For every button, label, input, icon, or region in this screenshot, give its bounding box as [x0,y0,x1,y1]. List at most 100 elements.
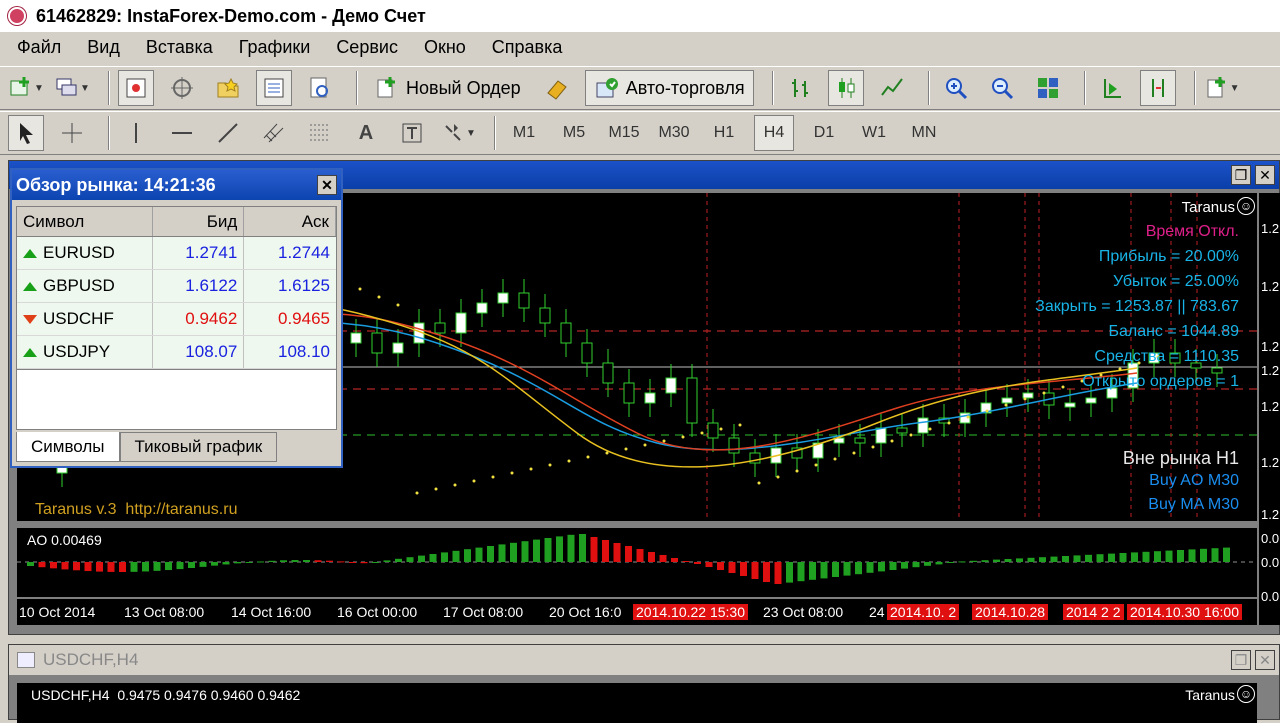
usdchf-chart[interactable]: USDCHF,H4 0.9475 0.9476 0.9460 0.9462 Ta… [17,683,1257,723]
ao-bar [257,561,264,563]
ao-bar [774,562,782,584]
timeframe-m30[interactable]: M30 [654,115,694,151]
market-watch-close-icon[interactable]: ✕ [317,175,337,195]
bid-value: 0.9462 [153,303,245,335]
indicators-icon[interactable]: ▼ [1204,70,1240,106]
table-row[interactable]: USDJPY 108.07 108.10 [17,336,336,369]
column-symbol[interactable]: Символ [17,207,153,236]
ao-indicator[interactable]: AO 0.00469 [17,527,1257,597]
chart-shift-icon[interactable] [1139,70,1176,106]
timeframe-mn[interactable]: MN [904,115,944,151]
auto-scroll-icon[interactable] [1094,70,1130,106]
equidistant-channel-icon[interactable] [256,115,292,151]
vertical-line-icon[interactable] [118,115,154,151]
close-button[interactable]: ✕ [1255,650,1275,670]
zoom-in-icon[interactable] [938,70,974,106]
account-info-line: Убыток = 25.00% [1112,273,1239,290]
ao-bar [889,562,897,570]
bar-chart-icon[interactable] [782,70,818,106]
sar-dot [681,435,685,439]
menu-view[interactable]: Вид [74,37,133,58]
table-row[interactable]: GBPUSD 1.6122 1.6125 [17,270,336,303]
trendline-icon[interactable] [210,115,246,151]
terminal-icon[interactable] [256,70,292,106]
ao-bar [648,552,655,562]
candlestick-icon[interactable] [827,70,864,106]
tab-tick-chart[interactable]: Тиковый график [119,432,278,462]
ao-bar [50,562,57,569]
candle-body [1022,392,1034,399]
sar-dot [1061,385,1065,389]
separator [494,116,496,150]
ao-bar [705,562,713,567]
ao-bar [268,560,276,562]
horizontal-line-icon[interactable] [164,115,200,151]
timeframe-h1[interactable]: H1 [704,115,744,151]
ao-bar [1039,557,1046,562]
ao-bar [659,555,667,562]
navigator-icon[interactable] [210,70,246,106]
timeframe-h4[interactable]: H4 [754,115,794,151]
menu-file[interactable]: Файл [4,37,74,58]
ao-bar [1073,555,1081,562]
ao-canvas [17,534,1257,584]
metaeditor-icon[interactable] [539,70,575,106]
date-tick-label: 2014.10.22 15:30 [633,604,748,620]
usdchf-titlebar[interactable]: USDCHF,H4 ❐ ✕ [9,645,1279,675]
ao-bar [1016,558,1023,562]
line-chart-icon[interactable] [874,70,910,106]
profiles-icon[interactable]: ▼ [54,70,90,106]
new-chart-icon[interactable]: ▼ [8,70,44,106]
restore-button[interactable]: ❐ [1231,650,1251,670]
ao-bar [1108,553,1115,562]
menu-charts[interactable]: Графики [226,37,324,58]
text-icon[interactable]: A [348,115,384,151]
menu-help[interactable]: Справка [479,37,576,58]
restore-button[interactable]: ❐ [1231,165,1251,185]
menu-insert[interactable]: Вставка [133,37,226,58]
fibonacci-icon[interactable] [302,115,338,151]
data-window-icon[interactable] [164,70,200,106]
cursor-icon[interactable] [8,115,44,151]
crosshair-icon[interactable] [54,115,90,151]
market-watch-icon[interactable] [118,70,154,106]
new-order-button[interactable]: Новый Ордер [366,70,529,106]
ao-bar [142,562,149,572]
strategy-tester-icon[interactable] [302,70,338,106]
ao-bar [280,560,287,562]
separator [356,71,358,105]
ao-bar [1200,548,1207,562]
menu-tools[interactable]: Сервис [323,37,411,58]
zoom-out-icon[interactable] [984,70,1020,106]
timeframe-m1[interactable]: M1 [504,115,544,151]
arrows-icon[interactable]: ▼ [440,115,476,151]
close-button[interactable]: ✕ [1255,165,1275,185]
table-row[interactable]: USDCHF 0.9462 0.9465 [17,303,336,336]
column-ask[interactable]: Аск [244,207,336,236]
sar-dot [719,427,723,431]
ao-tick-label: 0.0 [1261,555,1280,570]
timeframe-m15[interactable]: M15 [604,115,644,151]
ao-bar [625,546,632,562]
tab-symbols[interactable]: Символы [16,432,120,462]
market-watch-titlebar[interactable]: Обзор рынка: 14:21:36 ✕ [12,170,341,200]
column-bid[interactable]: Бид [153,207,245,236]
timeframe-w1[interactable]: W1 [854,115,894,151]
price-tick-label: 1.2 [1261,455,1280,470]
usdchf-title: USDCHF,H4 [43,650,139,669]
timeframe-m5[interactable]: M5 [554,115,594,151]
text-label-icon[interactable] [394,115,430,151]
ao-bar [1096,554,1104,562]
candle-body [896,427,908,434]
auto-trading-button[interactable]: Авто-торговля [584,70,754,106]
new-order-icon [377,77,395,98]
menu-window[interactable]: Окно [411,37,479,58]
ao-bar [165,562,172,571]
date-tick-label: 16 Oct 00:00 [337,604,418,620]
sar-dot [586,455,590,459]
tile-windows-icon[interactable] [1030,70,1066,106]
timeframe-d1[interactable]: D1 [804,115,844,151]
ao-bar [567,534,575,562]
ao-bar [372,562,379,563]
table-row[interactable]: EURUSD 1.2741 1.2744 [17,237,336,270]
